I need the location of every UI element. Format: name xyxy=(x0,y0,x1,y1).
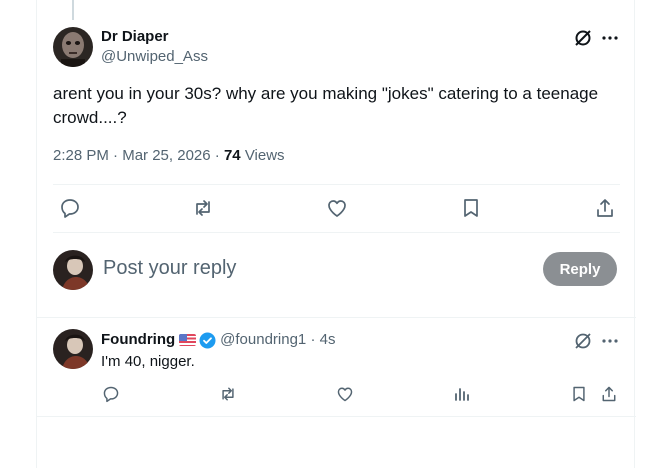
views-count: 74 xyxy=(223,147,241,164)
avatar-foundring xyxy=(53,329,93,369)
tweet-meta: 2:28 PM · Mar 25, 2026 · 74 Views xyxy=(53,147,285,164)
display-name[interactable]: Dr Diaper xyxy=(101,28,169,45)
bookmark-icon[interactable] xyxy=(460,197,482,219)
analytics-bars-icon[interactable] xyxy=(453,385,471,403)
handle[interactable]: @Unwiped_Ass xyxy=(101,48,208,65)
divider xyxy=(53,184,620,185)
avatar[interactable] xyxy=(53,27,93,67)
reply-bubble-icon[interactable] xyxy=(59,197,81,219)
heart-icon[interactable] xyxy=(326,197,348,219)
display-name[interactable]: Foundring xyxy=(101,331,175,348)
reply-input-placeholder[interactable]: Post your reply xyxy=(103,257,236,280)
meta-separator: · xyxy=(310,331,316,348)
tweet-date[interactable]: Mar 25, 2026 xyxy=(122,147,210,164)
verified-badge-icon[interactable] xyxy=(199,332,216,349)
reply-button[interactable]: Reply xyxy=(543,252,617,286)
grok-slash-icon[interactable] xyxy=(573,28,593,48)
tweet-text: arent you in your 30s? why are you makin… xyxy=(53,84,599,127)
divider xyxy=(53,232,620,233)
share-upload-icon[interactable] xyxy=(594,197,616,219)
more-dots-icon[interactable] xyxy=(600,28,620,48)
heart-icon[interactable] xyxy=(336,385,354,403)
divider xyxy=(37,416,636,417)
grok-slash-icon[interactable] xyxy=(573,331,593,351)
views-label: Views xyxy=(244,147,285,164)
avatar-self xyxy=(53,250,93,290)
meta-separator: · xyxy=(113,147,119,164)
us-flag-icon xyxy=(179,334,197,347)
handle[interactable]: @foundring1 xyxy=(220,331,306,348)
meta-separator: · xyxy=(214,147,220,164)
reply-bubble-icon[interactable] xyxy=(102,385,120,403)
divider xyxy=(37,317,636,318)
conversation-column: Dr Diaper @Unwiped_Ass arent you in your… xyxy=(36,0,636,468)
avatar[interactable] xyxy=(53,250,93,290)
avatar[interactable] xyxy=(53,329,93,369)
more-dots-icon[interactable] xyxy=(600,331,620,351)
tweet-time[interactable]: 2:28 PM xyxy=(53,147,109,164)
reply-age[interactable]: 4s xyxy=(320,331,336,348)
avatar-dr-diaper xyxy=(53,27,93,67)
reply-text: I'm 40, nigger. xyxy=(101,353,195,370)
retweet-icon[interactable] xyxy=(219,385,237,403)
reply-header: Foundring @foundring1 · 4s xyxy=(101,331,335,349)
thread-connector-line xyxy=(72,0,74,20)
retweet-icon[interactable] xyxy=(192,197,214,219)
bookmark-icon[interactable] xyxy=(570,385,588,403)
share-upload-icon[interactable] xyxy=(600,385,618,403)
